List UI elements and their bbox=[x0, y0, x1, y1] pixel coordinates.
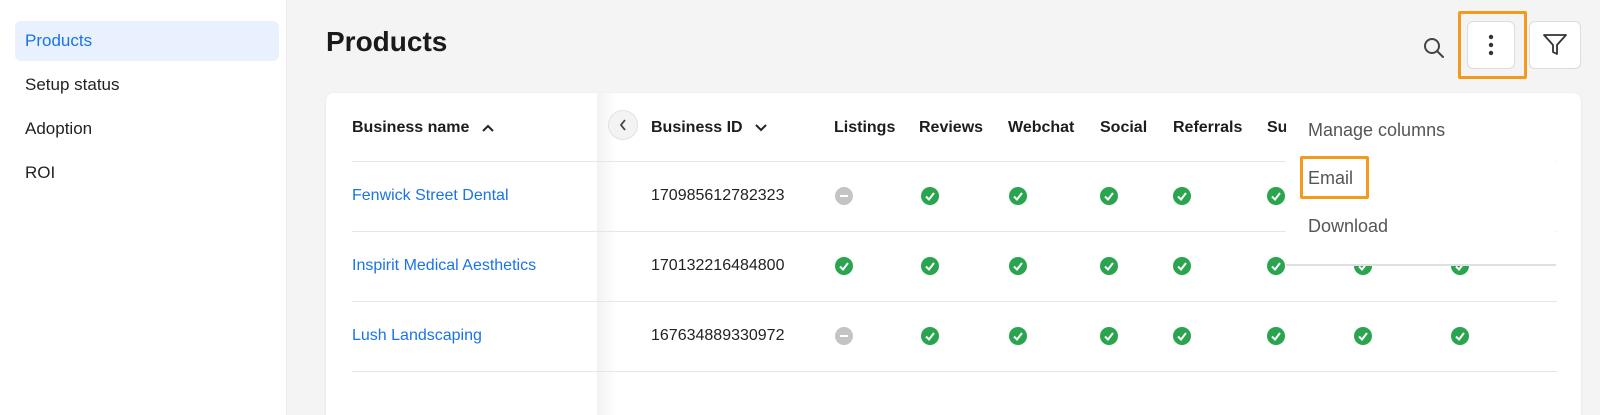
chevron-left-icon bbox=[619, 119, 626, 131]
social-active-icon bbox=[1100, 327, 1118, 345]
webchat-active-icon bbox=[1009, 327, 1027, 345]
social-active-icon bbox=[1100, 257, 1118, 275]
reviews-active-icon bbox=[921, 187, 939, 205]
reviews-active-icon bbox=[921, 327, 939, 345]
business-id: 167634889330972 bbox=[651, 327, 785, 344]
column-10-active-icon bbox=[1451, 327, 1469, 345]
column-header-reviews[interactable]: Reviews bbox=[919, 115, 983, 141]
social-active-icon bbox=[1100, 187, 1118, 205]
column-header-referrals[interactable]: Referrals bbox=[1173, 115, 1242, 141]
search-button[interactable] bbox=[1416, 30, 1452, 66]
collapse-columns-button[interactable] bbox=[608, 110, 638, 140]
listings-inactive-icon bbox=[835, 187, 853, 205]
column-header-su[interactable]: Su bbox=[1267, 115, 1287, 141]
chevron-down-icon bbox=[755, 124, 767, 132]
sticky-column-shadow bbox=[597, 93, 617, 415]
more-vertical-icon bbox=[1488, 34, 1494, 56]
more-options-menu: Manage columns Email Download bbox=[1286, 100, 1556, 266]
webchat-active-icon bbox=[1009, 257, 1027, 275]
search-icon bbox=[1424, 38, 1444, 58]
listings-active-icon bbox=[835, 257, 853, 275]
business-id: 170985612782323 bbox=[651, 187, 785, 204]
menu-item-manage-columns[interactable]: Manage columns bbox=[1308, 117, 1445, 143]
sidebar-item-products[interactable]: Products bbox=[15, 21, 279, 61]
sidebar: Products Setup status Adoption ROI bbox=[0, 0, 287, 415]
column-header-social[interactable]: Social bbox=[1100, 115, 1147, 141]
column-header-listings[interactable]: Listings bbox=[834, 115, 895, 141]
su-active-icon bbox=[1267, 187, 1285, 205]
webchat-active-icon bbox=[1009, 187, 1027, 205]
business-name-link[interactable]: Fenwick Street Dental bbox=[352, 185, 509, 207]
sidebar-item-setup-status[interactable]: Setup status bbox=[15, 65, 279, 105]
more-options-button[interactable] bbox=[1467, 21, 1515, 69]
menu-item-download[interactable]: Download bbox=[1308, 213, 1388, 239]
sort-ascending-icon bbox=[482, 124, 494, 132]
business-name-link[interactable]: Inspirit Medical Aesthetics bbox=[352, 255, 536, 277]
column-header-webchat[interactable]: Webchat bbox=[1008, 115, 1074, 141]
column-header-business-name[interactable]: Business name bbox=[352, 115, 494, 141]
row-divider bbox=[352, 371, 1557, 372]
column-header-business-id[interactable]: Business ID bbox=[651, 115, 767, 141]
page-title: Products bbox=[326, 26, 448, 57]
referrals-active-icon bbox=[1173, 257, 1191, 275]
listings-inactive-icon bbox=[835, 327, 853, 345]
filter-icon bbox=[1543, 34, 1567, 55]
sidebar-item-adoption[interactable]: Adoption bbox=[15, 109, 279, 149]
filter-button[interactable] bbox=[1529, 21, 1581, 69]
su-active-icon bbox=[1267, 327, 1285, 345]
su-active-icon bbox=[1267, 257, 1285, 275]
column-9-active-icon bbox=[1354, 327, 1372, 345]
reviews-active-icon bbox=[921, 257, 939, 275]
referrals-active-icon bbox=[1173, 327, 1191, 345]
sidebar-item-roi[interactable]: ROI bbox=[15, 153, 279, 193]
column-header-label: Business ID bbox=[651, 119, 743, 136]
business-name-link[interactable]: Lush Landscaping bbox=[352, 325, 482, 347]
column-header-label: Business name bbox=[352, 119, 470, 136]
business-id: 170132216484800 bbox=[651, 257, 785, 274]
row-divider bbox=[352, 301, 1557, 302]
menu-item-email[interactable]: Email bbox=[1308, 165, 1353, 191]
referrals-active-icon bbox=[1173, 187, 1191, 205]
